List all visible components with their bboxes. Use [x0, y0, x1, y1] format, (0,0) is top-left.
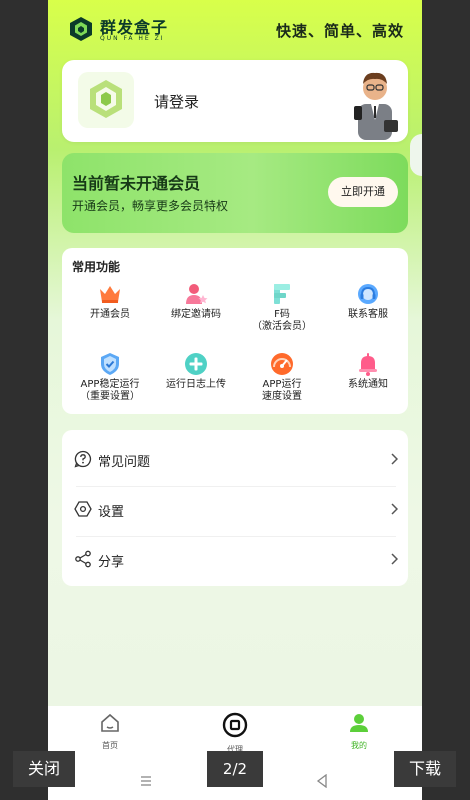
back-icon[interactable] — [316, 774, 328, 788]
user-icon — [350, 714, 368, 732]
chevron-right-icon — [391, 553, 398, 565]
chevron-right-icon — [391, 503, 398, 515]
proxy-icon — [222, 712, 248, 738]
user-star-icon — [186, 284, 208, 304]
vip-status-title: 当前暂未开通会员 — [72, 174, 201, 193]
func-label: APP运行 速度设置 — [262, 379, 302, 402]
crown-icon — [100, 286, 120, 303]
tab-proxy[interactable]: 代理 — [205, 712, 265, 755]
vip-subtitle: 开通会员，畅享更多会员特权 — [72, 199, 229, 213]
menu-settings[interactable]: 设置 — [62, 485, 408, 535]
download-button[interactable]: 下载 — [394, 751, 456, 787]
func-label: 开通会员 — [90, 309, 130, 320]
phone-screen: 群发盒子 QUN FA HE ZI 快速、简单、高效 请登录 当前暂未开通会员 — [48, 0, 422, 800]
settings-menu-card: 常见问题 设置 分享 — [62, 430, 408, 586]
f-code-icon — [274, 284, 290, 304]
common-functions-card: 常用功能 开通会员 绑定邀请码 F码 （激活会员） 联系客服 APP稳定运行 （… — [62, 248, 408, 414]
shield-check-icon — [101, 353, 119, 375]
func-log-upload[interactable]: 运行日志上传 — [153, 352, 239, 391]
bell-icon — [359, 353, 377, 376]
func-label: 系统通知 — [348, 379, 388, 390]
avatar — [78, 72, 134, 128]
page-indicator: 2/2 — [207, 751, 263, 787]
login-label[interactable]: 请登录 — [154, 91, 199, 112]
menu-faq[interactable]: 常见问题 — [62, 435, 408, 485]
menu-share[interactable]: 分享 — [62, 535, 408, 585]
tab-mine[interactable]: 我的 — [329, 712, 389, 751]
close-button[interactable]: 关闭 — [13, 751, 75, 787]
func-bind-invite[interactable]: 绑定邀请码 — [153, 282, 239, 321]
headset-icon — [358, 284, 378, 304]
func-speed-settings[interactable]: APP运行 速度设置 — [239, 352, 325, 403]
func-app-stable[interactable]: APP稳定运行 （重要设置） — [67, 352, 153, 403]
businessman-illustration-icon — [354, 72, 398, 140]
speedometer-icon — [271, 353, 293, 375]
menu-label: 常见问题 — [98, 455, 151, 470]
menu-icon[interactable] — [140, 775, 152, 787]
menu-label: 设置 — [98, 505, 125, 520]
func-label: F码 （激活会员） — [252, 309, 312, 332]
func-system-notice[interactable]: 系统通知 — [325, 352, 411, 391]
func-f-code[interactable]: F码 （激活会员） — [239, 282, 325, 333]
home-icon — [101, 713, 119, 732]
logo-icon — [70, 17, 92, 41]
chevron-right-icon — [391, 453, 398, 465]
vip-banner: 当前暂未开通会员 开通会员，畅享更多会员特权 立即开通 — [62, 153, 408, 233]
activate-vip-button[interactable]: 立即开通 — [328, 177, 398, 207]
func-label: 运行日志上传 — [166, 379, 226, 390]
func-open-vip[interactable]: 开通会员 — [67, 282, 153, 321]
menu-label: 分享 — [98, 555, 125, 570]
tab-label: 首页 — [102, 741, 118, 750]
func-label: 联系客服 — [348, 309, 388, 320]
share-icon — [75, 550, 91, 568]
tab-label: 我的 — [351, 741, 367, 750]
hexagon-settings-icon — [74, 501, 92, 517]
hexagon-logo-icon — [90, 80, 122, 118]
func-label: 绑定邀请码 — [171, 309, 221, 320]
side-drawer-handle[interactable] — [410, 134, 422, 176]
func-contact-support[interactable]: 联系客服 — [325, 282, 411, 321]
brand-subtitle: QUN FA HE ZI — [100, 35, 165, 42]
slogan: 快速、简单、高效 — [275, 22, 404, 40]
question-icon — [74, 450, 92, 468]
tab-home[interactable]: 首页 — [80, 712, 140, 751]
app-header: 群发盒子 QUN FA HE ZI 快速、简单、高效 — [48, 0, 422, 58]
plus-circle-icon — [185, 353, 207, 375]
section-title: 常用功能 — [72, 260, 121, 274]
login-card[interactable]: 请登录 — [62, 60, 408, 142]
func-label: APP稳定运行 （重要设置） — [80, 379, 140, 402]
